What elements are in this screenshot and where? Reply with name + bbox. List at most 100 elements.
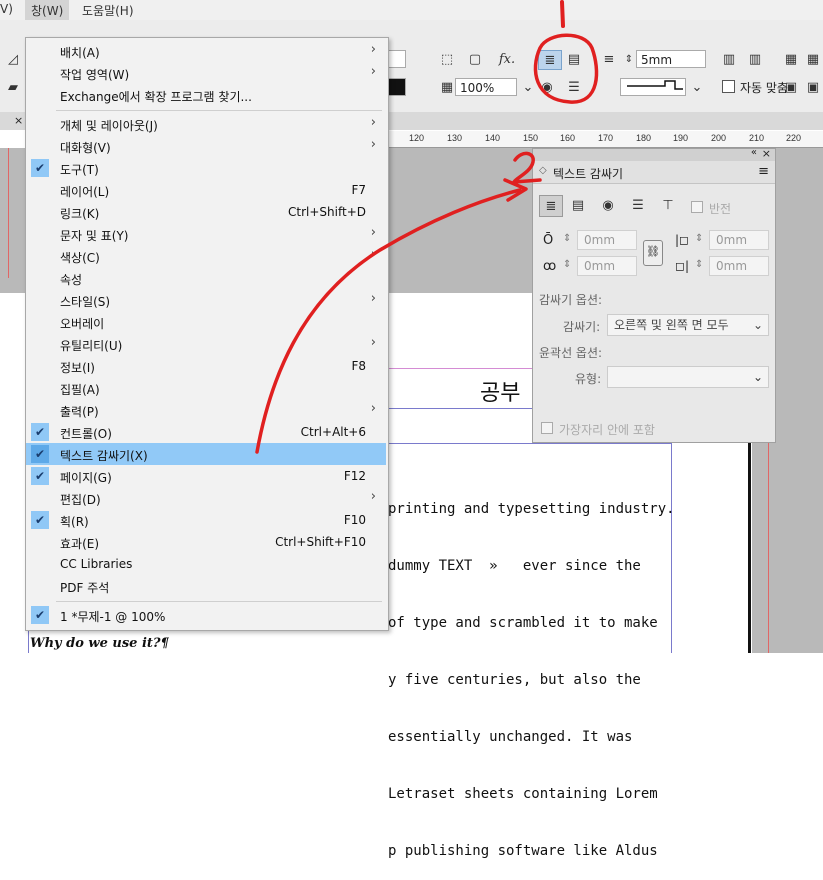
stroke-swatch-box[interactable]	[388, 78, 406, 96]
menu-item-text-wrap[interactable]: ✔ 텍스트 감싸기(X)	[26, 443, 386, 465]
menu-item-label: 대화형(V)	[60, 141, 111, 155]
panel-collapse-icon[interactable]: «	[751, 147, 757, 158]
menu-item-styles[interactable]: 스타일(S) ›	[26, 289, 386, 311]
invert-checkbox[interactable]	[691, 201, 703, 213]
bottom-offset-icon: ꝏ	[543, 259, 557, 274]
menu-item-pages[interactable]: ✔ 페이지(G) F12	[26, 465, 386, 487]
auto-fit-checkbox[interactable]	[722, 80, 735, 93]
arrange-2-icon[interactable]: ▣	[804, 78, 822, 96]
menu-item-edit[interactable]: 편집(D) ›	[26, 487, 386, 509]
fill-swatch-box[interactable]	[388, 50, 406, 68]
effects-fx-icon[interactable]: fx.	[496, 50, 518, 68]
bottom-offset-field[interactable]: 0mm	[577, 256, 637, 276]
menu-item-label: 컨트롤(O)	[60, 427, 112, 441]
stroke-style-icon[interactable]: ▢	[466, 50, 484, 68]
menu-item-effects[interactable]: 효과(E) Ctrl+Shift+F10	[26, 531, 386, 553]
left-offset-icon: |◻	[675, 233, 690, 247]
menubar-item-window[interactable]: 창(W)	[25, 0, 70, 20]
stroke-weight-icon[interactable]: ≡	[600, 50, 618, 68]
window-menu-dropdown: 배치(A) › 작업 영역(W) › Exchange에서 확장 프로그램 찾기..…	[25, 37, 389, 631]
menu-item-shortcut: Ctrl+Alt+6	[300, 425, 366, 439]
menu-item-stroke[interactable]: ✔ 획(R) F10	[26, 509, 386, 531]
panel-tab-grip-icon[interactable]: ◇	[539, 165, 547, 176]
wrap-none-icon[interactable]: ≣	[538, 50, 562, 70]
ruler-tick-label: 150	[523, 133, 539, 143]
submenu-arrow-icon: ›	[370, 247, 376, 262]
right-offset-spinner-icon[interactable]: ⇕	[695, 259, 703, 270]
menu-separator	[56, 110, 382, 111]
panel-title[interactable]: 텍스트 감싸기	[553, 165, 623, 182]
distribute-2-icon[interactable]: ▦	[804, 50, 822, 68]
menu-item-label: 배치(A)	[60, 46, 100, 60]
wrap-none-button[interactable]: ≣	[539, 195, 563, 217]
menu-item-pdf-comments[interactable]: PDF 주석	[26, 575, 386, 597]
top-offset-field[interactable]: 0mm	[577, 230, 637, 250]
menu-item-overlays[interactable]: 오버레이	[26, 311, 386, 333]
menu-item-utilities[interactable]: 유틸리티(U) ›	[26, 333, 386, 355]
menu-item-label: 집필(A)	[60, 383, 100, 397]
ruler-tick-label: 160	[560, 133, 576, 143]
menu-item-find-extensions[interactable]: Exchange에서 확장 프로그램 찾기...	[26, 84, 386, 106]
tool-shear-icon[interactable]: ▰	[4, 78, 22, 96]
tab-close-icon[interactable]: ×	[14, 114, 23, 127]
stroke-type-dropdown-icon[interactable]: ⌄	[688, 78, 706, 96]
frame-fit-icon[interactable]: ⬚	[438, 50, 456, 68]
right-offset-field[interactable]: 0mm	[709, 256, 769, 276]
left-offset-spinner-icon[interactable]: ⇕	[695, 233, 703, 244]
menu-item-info[interactable]: 정보(I) F8	[26, 355, 386, 377]
wrap-options-heading: 감싸기 옵션:	[539, 293, 603, 307]
menu-item-label: 1 *무제-1 @ 100%	[60, 610, 166, 624]
menu-item-object-layout[interactable]: 개체 및 레이아웃(J) ›	[26, 113, 386, 135]
menu-item-editorial[interactable]: 집필(A)	[26, 377, 386, 399]
menubar-item-help[interactable]: 도움말(H)	[82, 2, 134, 19]
menu-item-type-tables[interactable]: 문자 및 표(Y) ›	[26, 223, 386, 245]
opacity-dropdown-icon[interactable]: ⌄	[519, 78, 537, 96]
include-inside-edges-checkbox[interactable]	[541, 422, 553, 434]
wrap-next-column-button[interactable]: ⊤	[657, 195, 679, 215]
left-offset-field[interactable]: 0mm	[709, 230, 769, 250]
submenu-arrow-icon: ›	[370, 291, 376, 306]
opacity-field[interactable]: 100%	[455, 78, 517, 96]
top-offset-icon: Ō	[543, 233, 554, 248]
stroke-type-swatch-icon	[627, 80, 683, 90]
wrap-object-shape-icon[interactable]: ◉	[538, 78, 556, 96]
menu-item-workspace[interactable]: 작업 영역(W) ›	[26, 62, 386, 84]
top-offset-spinner-icon[interactable]: ⇕	[563, 233, 571, 244]
document-body-text[interactable]: printing and typesetting industry. dummy…	[388, 462, 675, 880]
wrap-jump-object-button[interactable]: ☰	[627, 195, 649, 215]
panel-close-icon[interactable]: ×	[762, 147, 771, 160]
menu-item-shortcut: F8	[351, 359, 366, 373]
wrap-jump-object-icon[interactable]: ☰	[565, 78, 583, 96]
link-offsets-icon[interactable]: ⛓	[643, 240, 663, 266]
bottom-offset-spinner-icon[interactable]: ⇕	[563, 259, 571, 270]
include-inside-edges-label: 가장자리 안에 포함	[559, 423, 655, 437]
distribute-icon[interactable]: ▦	[782, 50, 800, 68]
stroke-type-preview[interactable]	[620, 78, 686, 96]
wrap-object-shape-button[interactable]: ◉	[597, 195, 619, 215]
align-left-icon[interactable]: ▥	[720, 50, 738, 68]
wrap-bounding-box-button[interactable]: ▤	[567, 195, 589, 215]
menu-item-cc-libraries[interactable]: CC Libraries	[26, 553, 386, 575]
opacity-icon[interactable]: ▦	[438, 78, 456, 96]
tool-triangle-icon[interactable]: ◿	[4, 50, 22, 68]
menu-item-color[interactable]: 색상(C) ›	[26, 245, 386, 267]
submenu-arrow-icon: ›	[370, 42, 376, 57]
document-italic-line: Why do we use it?¶	[30, 636, 169, 651]
menu-item-tools[interactable]: ✔ 도구(T)	[26, 157, 386, 179]
align-right-icon[interactable]: ▥	[746, 50, 764, 68]
menu-item-control[interactable]: ✔ 컨트롤(O) Ctrl+Alt+6	[26, 421, 386, 443]
menu-item-document-window[interactable]: ✔ 1 *무제-1 @ 100%	[26, 604, 386, 626]
wrap-to-select[interactable]: 오른쪽 및 왼쪽 면 모두 ⌄	[607, 314, 769, 336]
menu-item-links[interactable]: 링크(K) Ctrl+Shift+D	[26, 201, 386, 223]
contour-type-select[interactable]: ⌄	[607, 366, 769, 388]
menu-item-properties[interactable]: 속성	[26, 267, 386, 289]
menubar-item-view-partial[interactable]: V)	[0, 2, 13, 16]
menu-item-layers[interactable]: 레이어(L) F7	[26, 179, 386, 201]
wrap-bounding-box-icon[interactable]: ▤	[565, 50, 583, 68]
menu-item-interactive[interactable]: 대화형(V) ›	[26, 135, 386, 157]
menu-item-output[interactable]: 출력(P) ›	[26, 399, 386, 421]
panel-menu-icon[interactable]: ≡	[758, 164, 769, 179]
menu-separator	[56, 601, 382, 602]
menu-item-arrange[interactable]: 배치(A) ›	[26, 40, 386, 62]
stroke-weight-field[interactable]: 5mm	[636, 50, 706, 68]
